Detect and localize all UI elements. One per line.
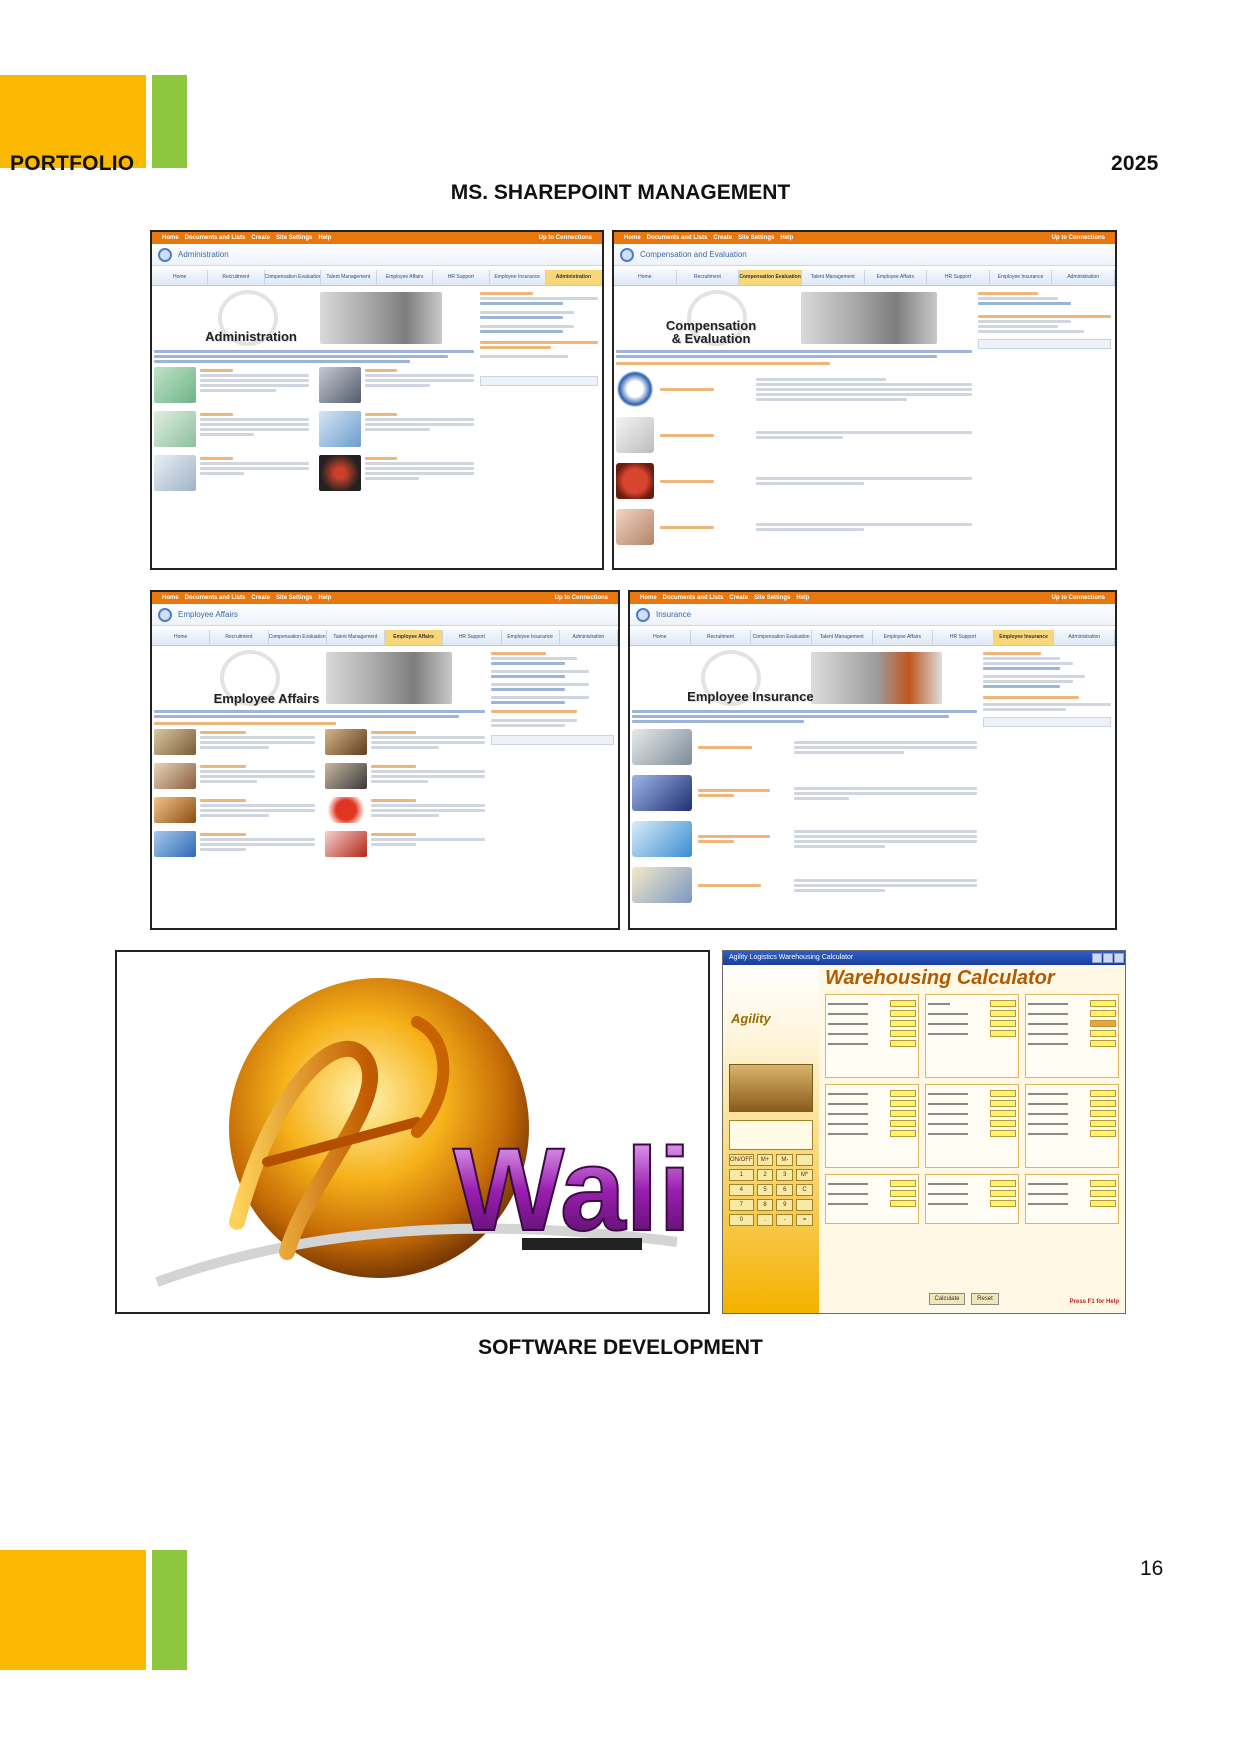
sp-topbar: Home Documents and Lists Create Site Settin…: [152, 232, 602, 244]
key[interactable]: 1: [729, 1169, 754, 1181]
key[interactable]: M+: [756, 1154, 774, 1166]
key[interactable]: 5: [756, 1184, 774, 1196]
calculate-button[interactable]: Calculate: [929, 1293, 965, 1305]
warehousing-calculator-screenshot: Agility Logistics Warehousing Calculator…: [722, 950, 1126, 1314]
sharepoint-section-title: MS. SHAREPOINT MANAGEMENT: [450, 181, 791, 204]
field-group: [1025, 1174, 1119, 1224]
key[interactable]: =: [796, 1214, 813, 1226]
sharepoint-compensation-screenshot: Home Documents and Lists Create Site Settin…: [612, 230, 1117, 570]
key[interactable]: M*: [796, 1169, 813, 1181]
globe-icon: [158, 607, 172, 622]
globe-icon: [636, 607, 650, 622]
key[interactable]: 6: [776, 1184, 794, 1196]
sp-titlerow: Administration: [152, 244, 602, 266]
key[interactable]: [796, 1199, 813, 1211]
top-green-block: [152, 75, 187, 168]
banner-photo: [320, 292, 442, 344]
key[interactable]: C: [796, 1184, 813, 1196]
calc-window-titlebar: Agility Logistics Warehousing Calculator: [723, 951, 1125, 965]
calc-field-groups: [819, 990, 1125, 1228]
sp-page-title: Administration: [178, 250, 229, 259]
calc-left-panel: Agility ON/OFF M+ M- 1 2 3 M* 456C 789 0. - =: [723, 965, 819, 1313]
key[interactable]: 2: [756, 1169, 774, 1181]
portfolio-label: PORTFOLIO: [10, 152, 135, 175]
globe-icon: [158, 247, 172, 262]
calc-right-panel: Warehousing Calculator Calculate Reset P…: [819, 965, 1125, 1313]
banner-text: Administration: [205, 329, 297, 345]
key[interactable]: 9: [776, 1199, 794, 1211]
key[interactable]: 7: [729, 1199, 754, 1211]
field-group: [825, 994, 919, 1078]
key[interactable]: 4: [729, 1184, 754, 1196]
reset-button[interactable]: Reset: [971, 1293, 999, 1305]
key[interactable]: -: [776, 1214, 794, 1226]
close-icon[interactable]: [1114, 953, 1124, 963]
software-section-title: SOFTWARE DEVELOPMENT: [478, 1336, 763, 1359]
field-group: [1025, 1084, 1119, 1168]
sharepoint-insurance-screenshot: Home Documents and Lists Create Site Settin…: [628, 590, 1117, 930]
key[interactable]: .: [756, 1214, 774, 1226]
sp-banner: Administration: [154, 290, 474, 348]
sharepoint-admin-screenshot: Home Documents and Lists Create Site Settin…: [150, 230, 604, 570]
logo-text: Wali: [453, 1124, 691, 1256]
key[interactable]: 8: [756, 1199, 774, 1211]
year-label: 2025: [1111, 152, 1159, 175]
field-group: [925, 1084, 1019, 1168]
bottom-yellow-block: [0, 1550, 146, 1670]
key[interactable]: M-: [776, 1154, 794, 1166]
field-group: [925, 994, 1019, 1078]
warehouse-photo: [729, 1064, 813, 1112]
banner-text: Employee Insurance: [687, 689, 814, 705]
sp-page-title: Compensation and Evaluation: [640, 250, 747, 259]
key[interactable]: ON/OFF: [729, 1154, 754, 1166]
sp-nav: Home Recruitment Compensation Evaluation Ta…: [152, 270, 602, 286]
banner-text-line2: & Evaluation: [671, 331, 751, 347]
agility-brand: Agility: [731, 1011, 771, 1026]
calc-title: Warehousing Calculator: [825, 967, 1055, 989]
wali-logo-graphic: Wali: [155, 978, 692, 1287]
key[interactable]: [796, 1154, 813, 1166]
banner-text-line1: Compensation: [665, 317, 757, 333]
field-group: [825, 1174, 919, 1224]
help-text: Press F1 for Help: [1069, 1299, 1119, 1305]
maximize-icon[interactable]: [1103, 953, 1113, 963]
calc-display: [729, 1120, 813, 1150]
sharepoint-employee-affairs-screenshot: Home Documents and Lists Create Site Settin…: [150, 590, 620, 930]
field-group: [1025, 994, 1119, 1078]
banner-text: Employee Affairs: [213, 691, 320, 707]
page-number: 16: [1140, 1557, 1164, 1580]
sp-page-title: Insurance: [656, 610, 692, 619]
bottom-green-block: [152, 1550, 187, 1670]
wali-logo-image: Wali: [115, 950, 710, 1314]
minimize-icon[interactable]: [1092, 953, 1102, 963]
field-group: [825, 1084, 919, 1168]
sp-page-title: Employee Affairs: [178, 610, 238, 619]
field-group: [925, 1174, 1019, 1224]
calc-window-title: Agility Logistics Warehousing Calculator: [729, 954, 854, 961]
key[interactable]: 3: [776, 1169, 794, 1181]
globe-icon: [620, 247, 634, 262]
key[interactable]: 0: [729, 1214, 754, 1226]
calc-keypad: ON/OFF M+ M- 1 2 3 M* 456C 789 0. - =: [723, 1150, 819, 1230]
